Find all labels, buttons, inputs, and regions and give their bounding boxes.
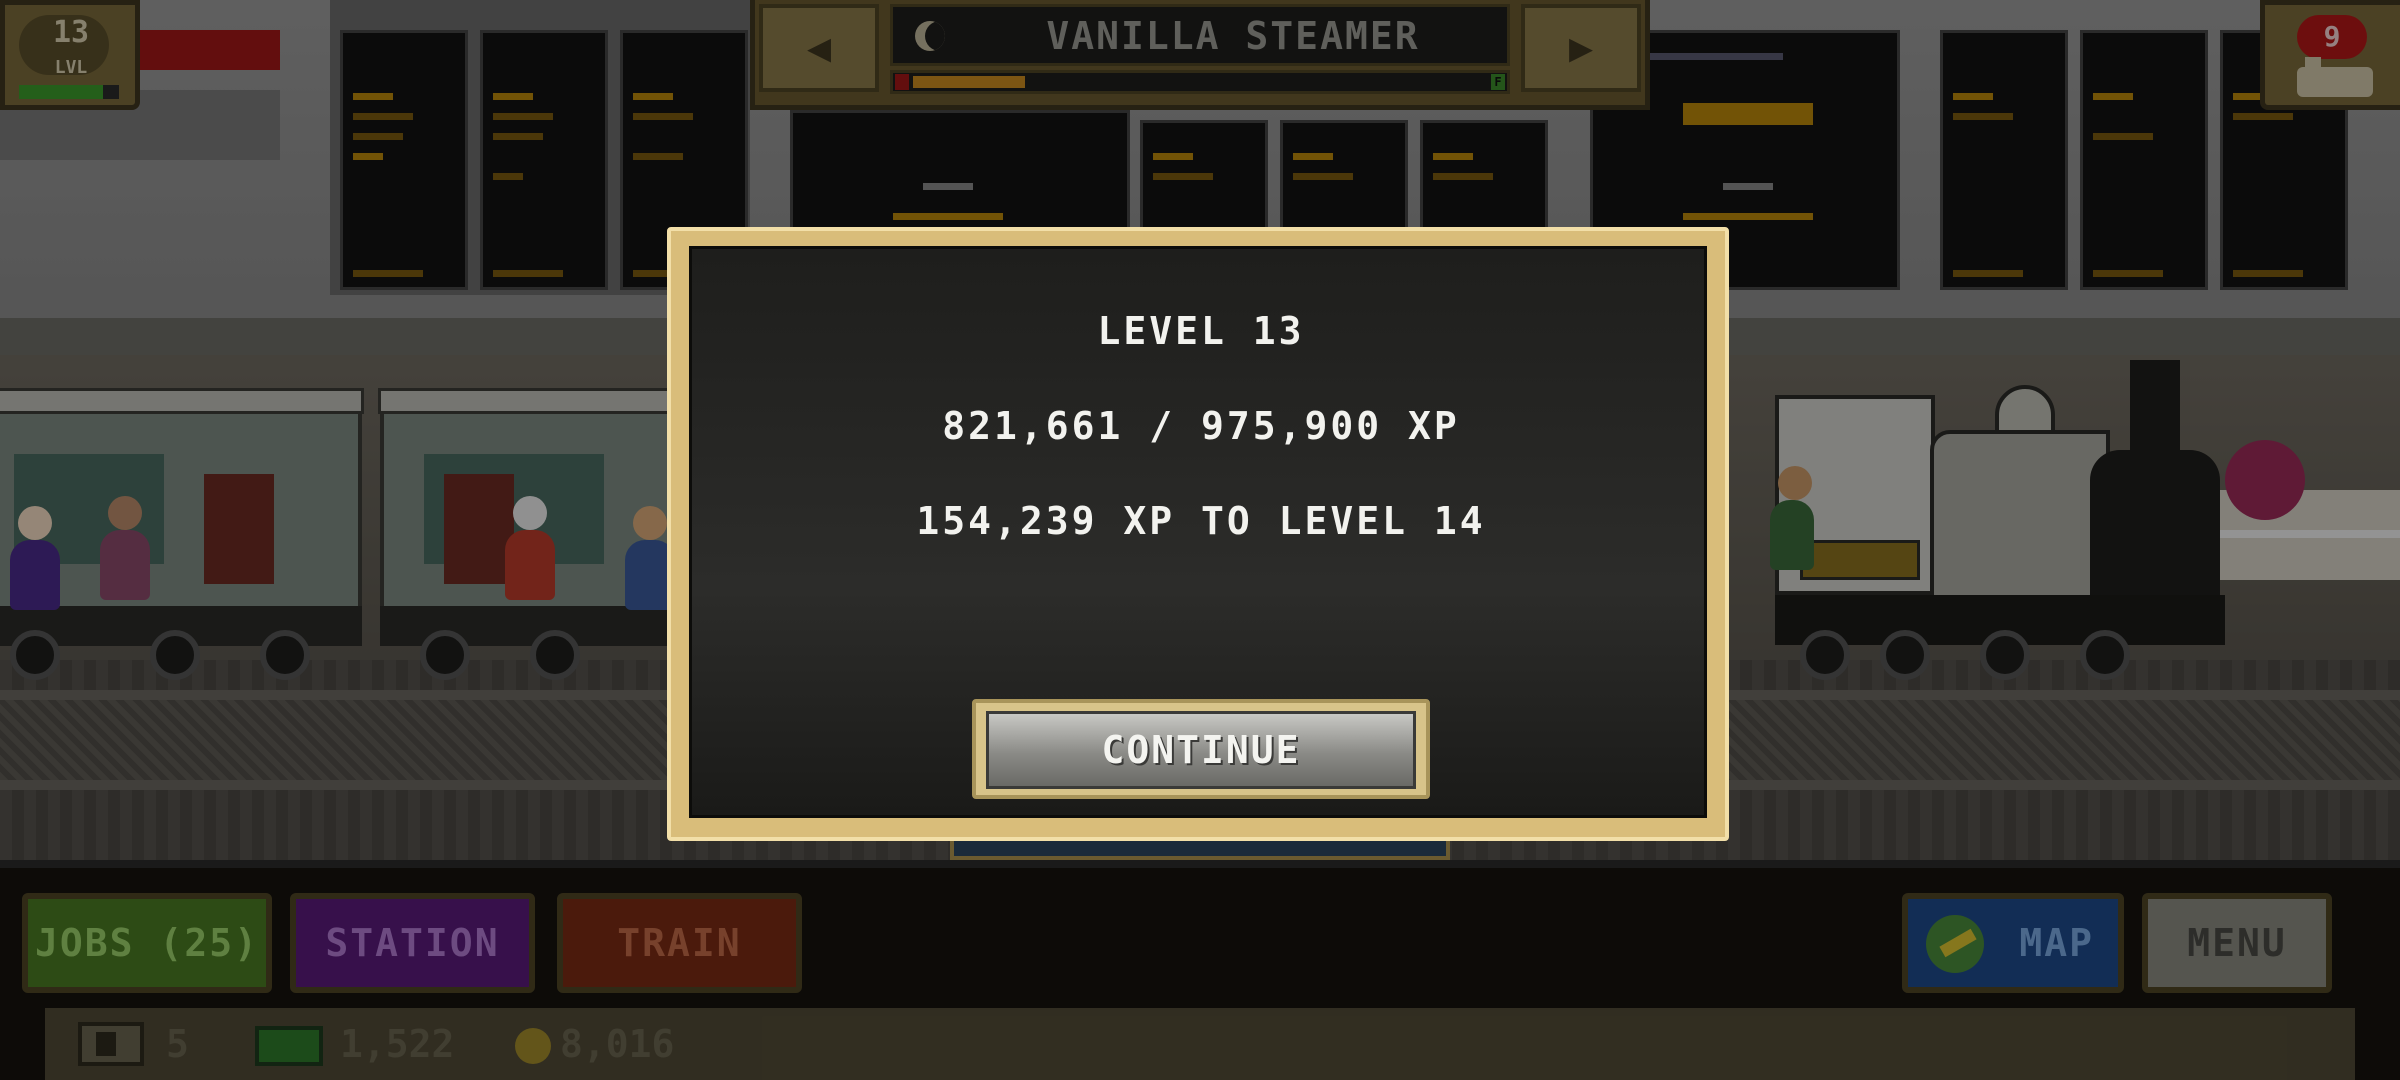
xp-progress-text: 821,661 / 975,900 XP bbox=[942, 404, 1460, 448]
xp-to-next-text: 154,239 XP TO LEVEL 14 bbox=[916, 499, 1486, 543]
level-dialog-body: LEVEL 13 821,661 / 975,900 XP 154,239 XP… bbox=[689, 246, 1707, 818]
continue-button-label[interactable]: CONTINUE bbox=[986, 711, 1416, 789]
continue-button[interactable]: CONTINUE bbox=[972, 699, 1430, 799]
game-scene: 13 LVL ◀ VANILLA STEAMER ▶ F 9 JOBS (25)… bbox=[0, 0, 2400, 1080]
level-dialog: LEVEL 13 821,661 / 975,900 XP 154,239 XP… bbox=[667, 227, 1729, 841]
dialog-title: LEVEL 13 bbox=[1097, 309, 1305, 353]
